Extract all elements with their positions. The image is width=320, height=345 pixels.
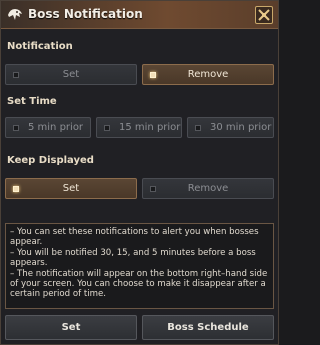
time-5-min-option[interactable]: 5 min prior (5, 117, 91, 138)
keep-displayed-label: Keep Displayed (7, 155, 94, 166)
time-30-min-option[interactable]: 30 min prior (187, 117, 274, 138)
info-line: – You will be notified 30, 15, and 5 min… (10, 247, 256, 269)
checkbox (13, 125, 19, 131)
boss-emblem-icon (8, 9, 22, 20)
option-label: Remove (187, 69, 229, 80)
option-label: 30 min prior (210, 122, 272, 133)
option-label: 15 min prior (119, 122, 181, 133)
boss-schedule-button[interactable]: Boss Schedule (142, 315, 274, 340)
notification-label: Notification (7, 41, 73, 52)
info-line: – You can set these notifications to ale… (10, 227, 259, 248)
boss-notification-window: Boss Notification Notification Set Remov… (0, 0, 279, 345)
set-time-label: Set Time (7, 96, 57, 107)
option-label: Remove (187, 183, 229, 194)
set-button-label: Set (61, 322, 81, 333)
title-bar[interactable]: Boss Notification (1, 1, 278, 29)
option-label: Set (62, 183, 80, 194)
option-label: 5 min prior (28, 122, 84, 133)
info-line: – The notification will appear on the bo… (10, 268, 268, 300)
notification-set-option[interactable]: Set (5, 64, 137, 85)
checkbox (104, 125, 110, 131)
close-icon (258, 9, 270, 21)
info-panel: – You can set these notifications to ale… (5, 223, 274, 309)
boss-schedule-button-label: Boss Schedule (167, 322, 249, 333)
time-15-min-option[interactable]: 15 min prior (96, 117, 182, 138)
window-title: Boss Notification (28, 7, 143, 21)
close-button[interactable] (255, 6, 273, 24)
set-button[interactable]: Set (5, 315, 137, 340)
option-label: Set (62, 69, 80, 80)
keep-displayed-set-option[interactable]: Set (5, 178, 137, 199)
notification-remove-option[interactable]: Remove (142, 64, 274, 85)
checkbox (195, 125, 201, 131)
keep-displayed-remove-option[interactable]: Remove (142, 178, 274, 199)
